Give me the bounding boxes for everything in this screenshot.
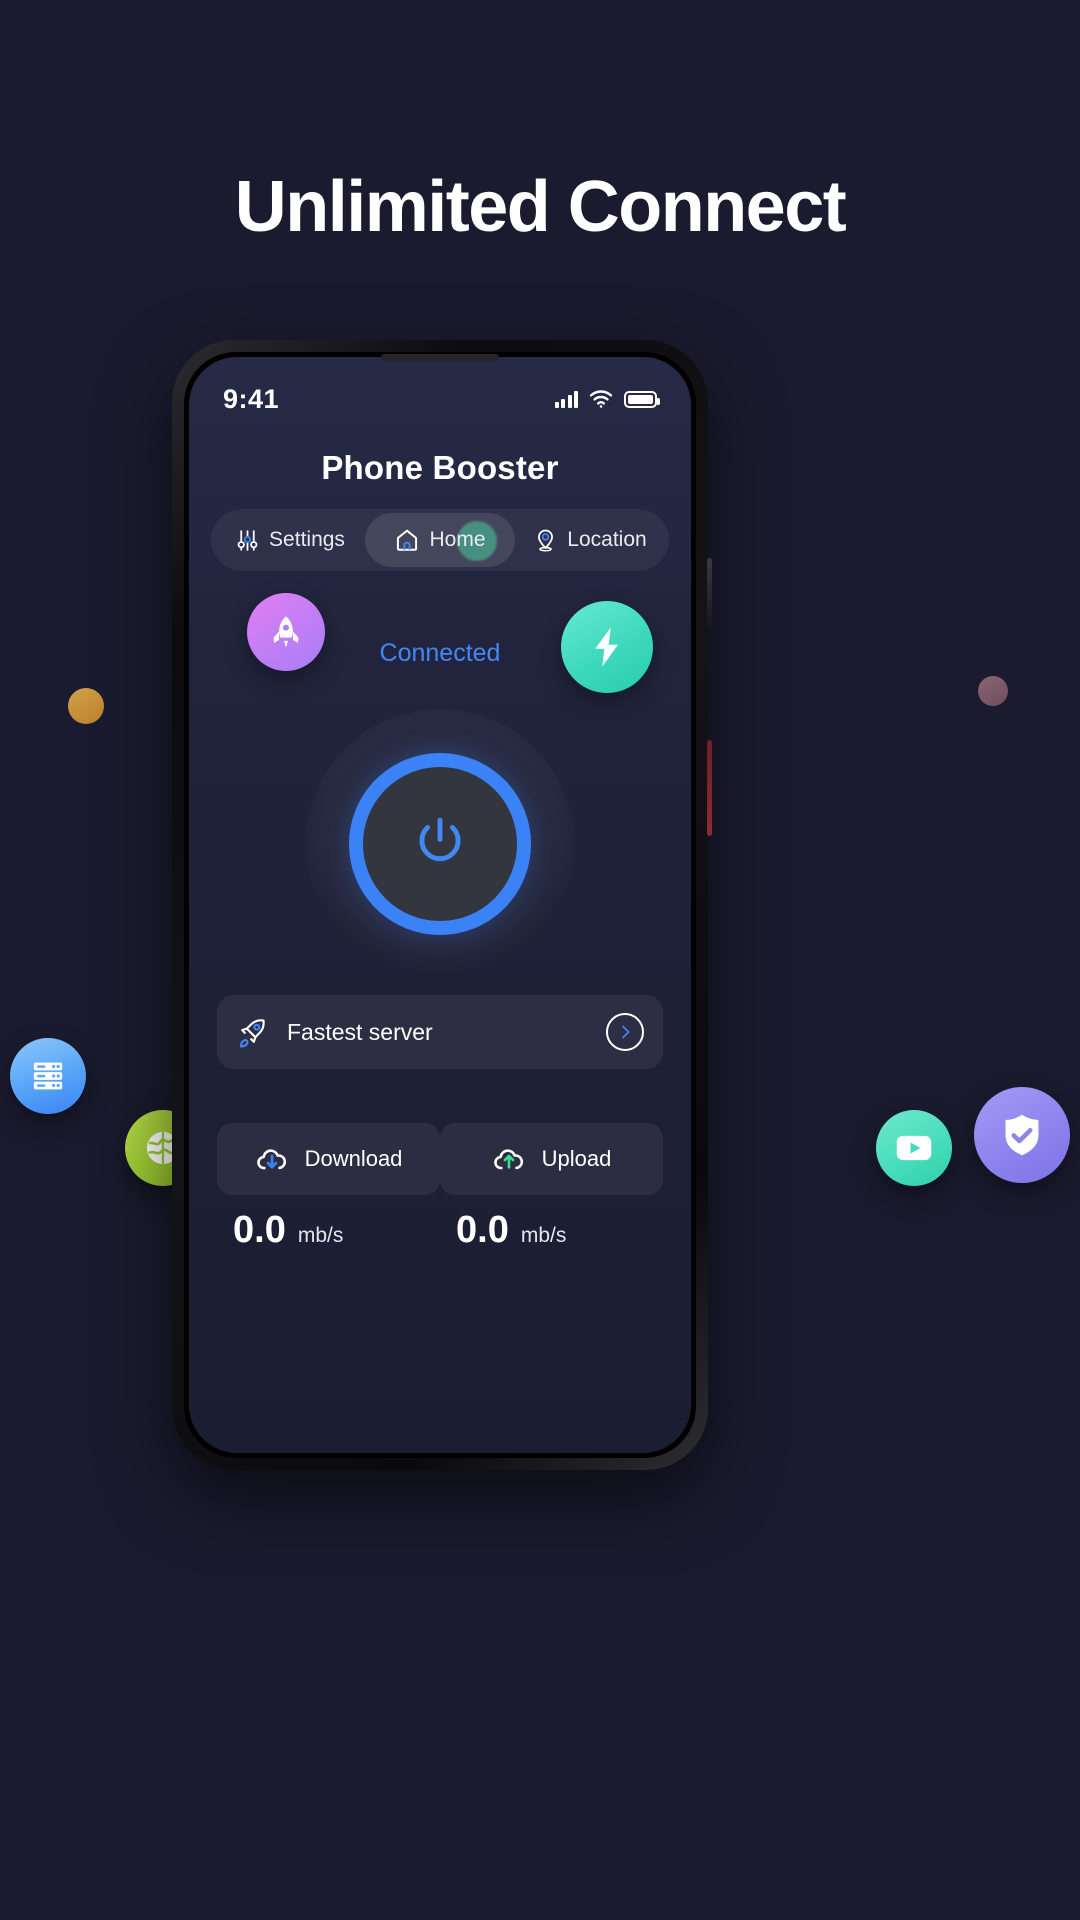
cloud-upload-icon <box>493 1149 523 1170</box>
download-value: 0.0 mb/s <box>217 1209 440 1252</box>
phone-screen: 9:41 Phone Booster Settings Home Locatio… <box>189 357 691 1453</box>
download-unit: mb/s <box>297 1224 344 1247</box>
fastest-server-row[interactable]: Fastest server <box>217 995 663 1069</box>
promo-stage: Unlimited Connect 9:41 Phone Booster Set… <box>0 0 1080 1920</box>
rocket-badge[interactable] <box>247 593 325 671</box>
signal-bars-icon <box>554 390 578 408</box>
mauve-dot <box>978 676 1008 706</box>
tab-home-label: Home <box>429 528 486 551</box>
sliders-icon <box>237 529 258 551</box>
lightning-bolt-icon <box>595 627 618 667</box>
wifi-icon <box>589 390 613 408</box>
map-pin-icon <box>538 529 554 551</box>
upload-value: 0.0 mb/s <box>440 1209 663 1252</box>
phone-power-side-button[interactable] <box>707 558 712 628</box>
download-label: Download <box>304 1146 403 1171</box>
earpiece-speaker <box>381 354 499 361</box>
cloud-download-icon <box>256 1149 286 1170</box>
chevron-right-icon[interactable] <box>606 1013 644 1051</box>
tab-settings-label: Settings <box>269 528 345 551</box>
tab-settings[interactable]: Settings <box>215 513 365 567</box>
play-rectangle-icon <box>896 1135 932 1161</box>
download-card[interactable]: Download <box>217 1123 440 1195</box>
rocket-icon <box>273 616 299 648</box>
tab-location[interactable]: Location <box>515 513 665 567</box>
status-bar: 9:41 <box>189 379 691 419</box>
home-icon <box>397 529 418 551</box>
amber-dot <box>68 688 104 724</box>
tab-location-label: Location <box>567 528 647 551</box>
connection-status-text: Connected <box>379 638 501 667</box>
shield-check-badge <box>974 1087 1070 1183</box>
server-rack-icon <box>33 1062 63 1090</box>
page-title: Unlimited Connect <box>234 167 847 247</box>
speed-values-row: 0.0 mb/s 0.0 mb/s <box>217 1209 663 1252</box>
battery-icon <box>624 390 660 408</box>
lightning-badge[interactable] <box>561 601 653 693</box>
fastest-server-label: Fastest server <box>287 1018 433 1045</box>
upload-number: 0.0 <box>456 1209 509 1251</box>
status-icons <box>554 390 660 408</box>
upload-card[interactable]: Upload <box>440 1123 663 1195</box>
status-time: 9:41 <box>223 383 280 414</box>
upload-label: Upload <box>541 1146 612 1171</box>
rocket-outline-icon <box>240 1019 265 1048</box>
app-title: Phone Booster <box>321 449 559 486</box>
upload-unit: mb/s <box>520 1224 567 1247</box>
tab-bar: Settings Home Location <box>211 509 669 571</box>
phone-mockup: 9:41 Phone Booster Settings Home Locatio… <box>172 340 712 1470</box>
server-rack-badge <box>10 1038 86 1114</box>
phone-volume-side-button[interactable] <box>707 740 712 836</box>
shield-check-icon <box>1005 1114 1039 1156</box>
speed-cards-row: Download Upload <box>217 1123 663 1195</box>
phone-bezel: 9:41 Phone Booster Settings Home Locatio… <box>184 352 696 1458</box>
power-button[interactable] <box>349 753 531 935</box>
power-icon <box>419 817 461 862</box>
download-number: 0.0 <box>233 1209 286 1251</box>
tab-home[interactable]: Home <box>365 513 515 567</box>
power-button-halo <box>305 709 575 979</box>
video-play-badge <box>876 1110 952 1186</box>
